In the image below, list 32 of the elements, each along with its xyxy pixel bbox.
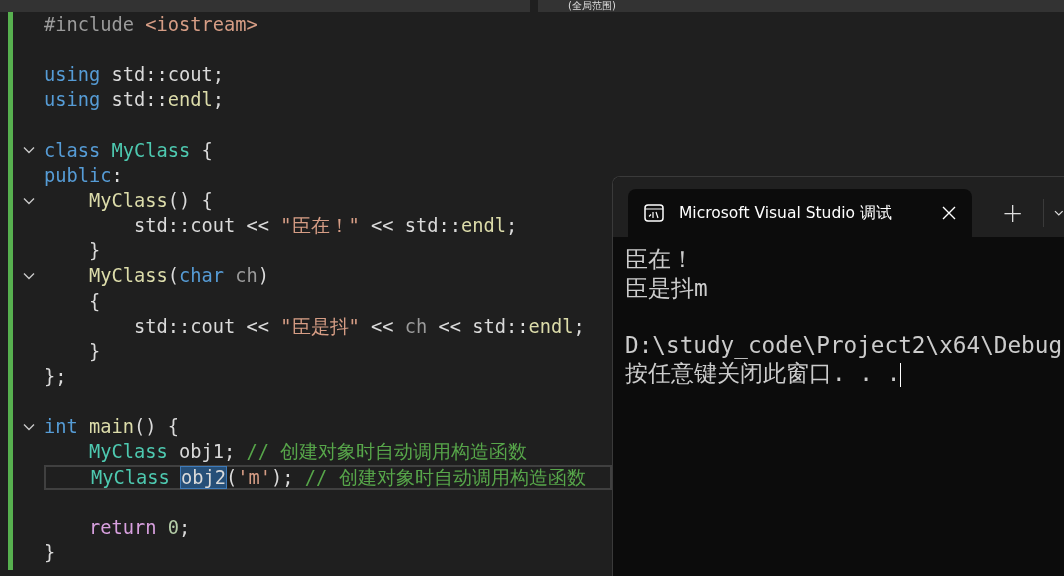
code-line: MyClass() { [88,189,213,213]
new-tab-button[interactable]: + [995,199,1030,227]
collapse-icon[interactable] [22,196,35,205]
code-line: public: [44,163,123,188]
code-line: class MyClass { [44,138,213,163]
terminal-icon [644,203,664,223]
code-line: MyClass obj2('m'); // 创建对象时自动调用构造函数 [90,466,586,488]
console-line: D:\study_code\Project2\x64\Debug [625,331,1063,358]
dropdown-icon[interactable] [1054,210,1064,217]
terminal-tab[interactable]: Microsoft Visual Studio 调试 [628,189,972,237]
console-line: 臣在！ [625,246,694,272]
code-line: MyClass(char ch) [88,264,270,289]
code-line: return 0; [88,515,191,540]
code-line: } [88,239,101,264]
code-line: using std::endl; [44,88,225,113]
code-line: }; [44,364,67,389]
scope-label[interactable]: (全局范围) [538,0,1064,12]
console-line: 臣是抖m [625,274,708,301]
code-line: std::cout << "臣是抖" << ch << std::endl; [133,314,585,339]
collapse-icon[interactable] [22,422,35,431]
code-line: } [44,540,56,565]
code-line: MyClass obj1; // 创建对象时自动调用构造函数 [88,440,528,465]
code-line: using std::cout; [44,63,225,88]
collapse-icon[interactable] [22,271,35,280]
code-line: { [88,289,101,314]
code-line: } [88,339,101,364]
code-line: int main() { [44,415,180,440]
code-line: std::cout << "臣在！" << std::endl; [133,214,518,239]
code-line: #include <iostream> [44,13,258,37]
collapse-icon[interactable] [22,146,35,155]
console-line: 按任意键关闭此窗口. . . [625,360,901,386]
close-button[interactable] [941,206,956,220]
